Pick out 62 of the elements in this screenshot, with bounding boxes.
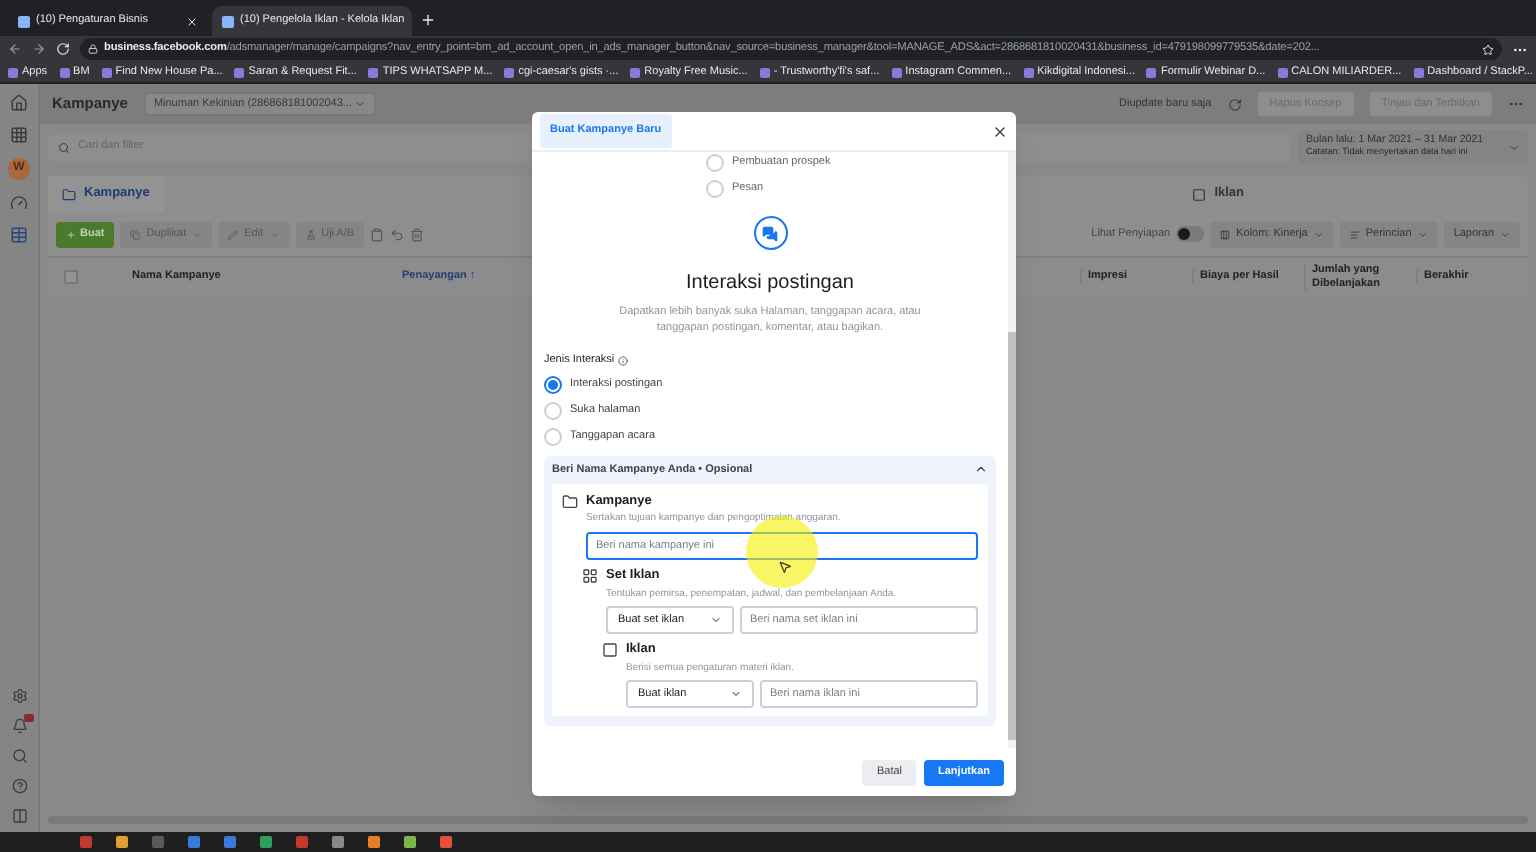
search-icon[interactable] bbox=[11, 748, 27, 764]
setup-toggle[interactable] bbox=[1176, 226, 1205, 242]
radio-button[interactable] bbox=[544, 375, 562, 394]
undo-icon[interactable] bbox=[390, 227, 405, 241]
apps-grid-icon[interactable] bbox=[10, 126, 28, 144]
grid-icon bbox=[582, 567, 598, 584]
caret-icon bbox=[1508, 141, 1520, 153]
page-icon bbox=[222, 15, 234, 27]
back-icon[interactable] bbox=[8, 42, 22, 56]
taskbar-app-icon[interactable] bbox=[368, 836, 380, 848]
taskbar-app-icon[interactable] bbox=[152, 836, 164, 848]
close-icon[interactable] bbox=[992, 123, 1008, 139]
caret-icon bbox=[353, 98, 366, 110]
objective-heading: Interaksi postingan bbox=[686, 270, 854, 298]
bookmark-star-icon[interactable] bbox=[1482, 43, 1494, 55]
folder-icon bbox=[562, 493, 578, 509]
caret-icon bbox=[730, 688, 742, 701]
home-icon[interactable] bbox=[10, 94, 28, 112]
caret-icon bbox=[710, 614, 722, 627]
taskbar-app-icon[interactable] bbox=[224, 836, 236, 848]
table-icon[interactable] bbox=[10, 226, 28, 244]
plus-icon bbox=[66, 229, 76, 239]
caret-icon bbox=[192, 229, 203, 239]
taskbar-app-icon[interactable] bbox=[404, 836, 416, 848]
trash-icon[interactable] bbox=[410, 227, 425, 241]
gauge-icon[interactable] bbox=[10, 194, 28, 212]
caret-icon bbox=[1500, 229, 1510, 239]
engagement-icon bbox=[753, 216, 787, 250]
search-icon bbox=[58, 141, 70, 153]
page-icon bbox=[18, 15, 30, 27]
taskbar-app-icon[interactable] bbox=[440, 836, 452, 848]
pencil-icon bbox=[228, 229, 239, 239]
square-icon bbox=[1192, 187, 1207, 201]
taskbar-app-icon[interactable] bbox=[80, 836, 92, 848]
breakdown-icon bbox=[1349, 229, 1360, 239]
clipboard-icon[interactable] bbox=[370, 227, 385, 241]
forward-icon[interactable] bbox=[32, 42, 46, 56]
refresh-icon[interactable] bbox=[1227, 97, 1242, 111]
square-icon bbox=[602, 642, 618, 658]
columns-icon bbox=[1220, 229, 1231, 239]
flask-icon bbox=[305, 229, 316, 239]
settings-icon[interactable] bbox=[11, 688, 27, 704]
taskbar-app-icon[interactable] bbox=[260, 836, 272, 848]
caret-icon bbox=[1417, 229, 1428, 239]
folder-icon bbox=[62, 187, 76, 201]
help-icon[interactable] bbox=[11, 778, 27, 794]
collapse-icon[interactable] bbox=[974, 462, 988, 477]
caret-icon bbox=[269, 229, 280, 239]
panel-icon[interactable] bbox=[11, 808, 27, 824]
mouse-cursor-icon bbox=[778, 560, 792, 574]
new-tab-icon[interactable] bbox=[420, 12, 436, 28]
taskbar-app-icon[interactable] bbox=[116, 836, 128, 848]
copy-icon bbox=[130, 229, 141, 239]
lock-icon bbox=[88, 44, 98, 54]
select-all-checkbox[interactable] bbox=[63, 270, 77, 284]
taskbar-app-icon[interactable] bbox=[332, 836, 344, 848]
taskbar-app-icon[interactable] bbox=[296, 836, 308, 848]
reload-icon[interactable] bbox=[56, 42, 70, 56]
taskbar-app-icon[interactable] bbox=[188, 836, 200, 848]
caret-icon bbox=[1313, 229, 1324, 239]
info-icon[interactable] bbox=[618, 356, 629, 366]
vertical-scrollbar[interactable] bbox=[1008, 152, 1016, 748]
